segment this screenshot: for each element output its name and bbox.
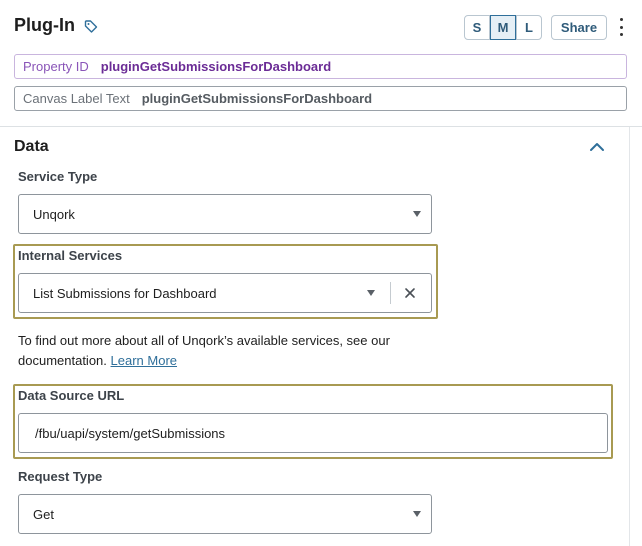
- canvas-label-value: pluginGetSubmissionsForDashboard: [141, 91, 373, 106]
- service-type-label: Service Type: [18, 169, 98, 184]
- canvas-label-label: Canvas Label Text: [23, 91, 130, 106]
- chevron-up-icon[interactable]: [588, 139, 606, 155]
- data-section-title: Data: [14, 138, 49, 155]
- service-type-value: Unqork: [33, 206, 75, 222]
- size-large-button[interactable]: L: [516, 15, 542, 40]
- size-toggle-group: S M L: [464, 15, 542, 40]
- internal-services-select[interactable]: List Submissions for Dashboard: [18, 273, 432, 313]
- property-id-label: Property ID: [23, 59, 89, 74]
- header-divider: [0, 126, 642, 127]
- dropdown-arrow-icon[interactable]: [413, 211, 421, 217]
- learn-more-link[interactable]: Learn More: [111, 353, 177, 368]
- scrollbar-track[interactable]: [629, 127, 630, 546]
- dropdown-arrow-icon[interactable]: [367, 290, 375, 296]
- internal-services-value: List Submissions for Dashboard: [33, 285, 217, 301]
- canvas-label-field[interactable]: Canvas Label Text pluginGetSubmissionsFo…: [14, 86, 627, 111]
- panel-header: Plug-In S M L Share Property ID pluginGe…: [0, 0, 642, 127]
- data-source-url-value: /fbu/uapi/system/getSubmissions: [35, 425, 226, 441]
- share-button[interactable]: Share: [551, 15, 607, 40]
- clear-icon[interactable]: [404, 287, 416, 299]
- data-source-url-label: Data Source URL: [18, 388, 125, 403]
- size-small-button[interactable]: S: [464, 15, 490, 40]
- request-type-label: Request Type: [18, 469, 103, 484]
- kebab-menu-icon[interactable]: [617, 18, 625, 36]
- internal-services-label: Internal Services: [18, 248, 123, 263]
- help-text-body: To find out more about all of Unqork’s a…: [18, 333, 390, 368]
- property-id-field[interactable]: Property ID pluginGetSubmissionsForDashb…: [14, 54, 627, 79]
- dropdown-arrow-icon[interactable]: [413, 511, 421, 517]
- service-type-select[interactable]: Unqork: [18, 194, 432, 234]
- services-help-text: To find out more about all of Unqork’s a…: [18, 331, 438, 371]
- property-id-value: pluginGetSubmissionsForDashboard: [100, 59, 332, 74]
- request-type-select[interactable]: Get: [18, 494, 432, 534]
- panel-title: Plug-In: [14, 15, 75, 35]
- select-separator: [390, 282, 391, 304]
- data-source-url-input[interactable]: /fbu/uapi/system/getSubmissions: [18, 413, 608, 453]
- size-medium-button[interactable]: M: [490, 15, 516, 40]
- request-type-value: Get: [33, 506, 54, 522]
- tag-icon[interactable]: [84, 19, 98, 33]
